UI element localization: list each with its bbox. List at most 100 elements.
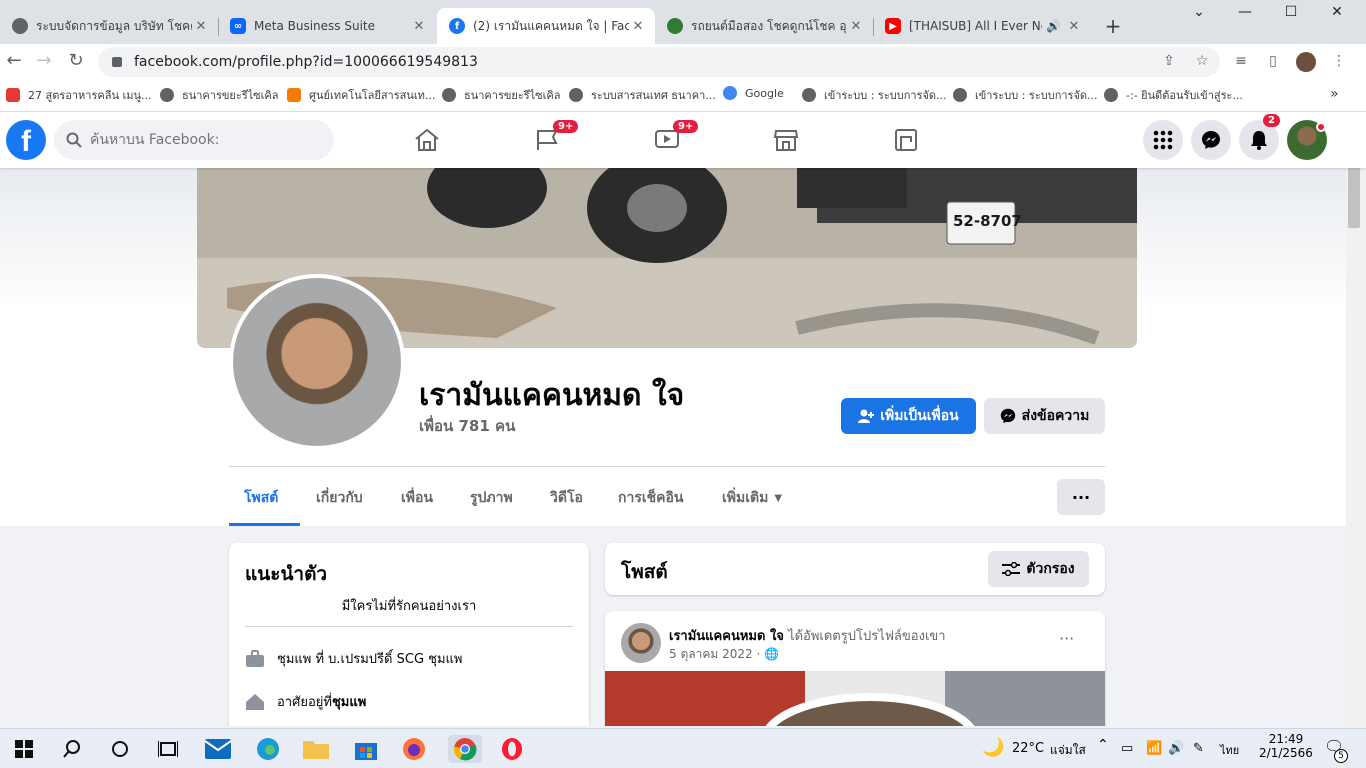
tab-search-icon[interactable]: ⌄ [1176,4,1222,28]
weather-temp[interactable]: 22°C [1012,741,1044,756]
post-more-button[interactable]: ··· [1059,629,1074,648]
bookmark-item[interactable]: เข้าระบบ : ระบบการจัด... [953,86,1098,104]
close-icon[interactable]: ✕ [847,19,865,34]
menu-kebab-icon[interactable]: ⋮ [1330,53,1348,71]
reload-button[interactable]: ↻ [64,50,88,71]
bookmark-item[interactable]: ศูนย์เทคโนโลยีสารสนเท... [287,86,435,104]
bookmark-item[interactable]: -:- ยินดีต้อนรับเข้าสู่ระ... [1104,86,1243,104]
pen-icon[interactable]: ✎ [1193,741,1204,756]
tab-photos[interactable]: รูปภาพ [470,478,513,518]
bookmark-item[interactable]: เข้าระบบ : ระบบการจัด... [802,86,947,104]
profile-picture[interactable] [229,274,405,450]
close-icon[interactable]: ✕ [629,19,647,34]
nav-pages[interactable]: 9+ [527,120,579,156]
cortana-button[interactable] [106,735,134,763]
close-icon[interactable]: ✕ [1065,19,1083,34]
nav-home[interactable] [407,124,447,156]
site-icon [287,88,301,102]
notification-count: 5 [1334,749,1348,763]
bookmark-item[interactable]: ธนาคารขยะรีไซเคิล [442,86,561,104]
status-dot [1316,122,1326,132]
back-button[interactable]: ← [2,50,26,71]
address-bar[interactable]: facebook.com/profile.php?id=100066619549… [98,47,1220,77]
notifications-button[interactable]: 2 [1239,114,1280,160]
messenger-button[interactable] [1191,120,1231,160]
tab-friends[interactable]: เพื่อน [401,478,433,518]
browser-tab-5[interactable]: ▶ [THAISUB] All I Ever Need 🔊 ✕ [873,8,1091,44]
bookmark-item[interactable]: Google [723,86,784,100]
add-user-icon [858,409,875,423]
bookmark-item[interactable]: ธนาคารขยะรีไซเคิล [160,86,279,104]
edge-icon [257,738,279,760]
minimize-button[interactable]: — [1222,4,1268,28]
nav-marketplace[interactable] [766,124,806,156]
firefox-app[interactable] [400,735,428,763]
tab-checkins[interactable]: การเช็คอิน [618,478,684,518]
chrome-app[interactable] [448,735,482,763]
share-icon[interactable]: ⇪ [1160,53,1178,71]
post-author-link[interactable]: เรามันแคคนหมด ใจ [669,629,784,644]
account-avatar[interactable] [1287,120,1327,160]
tab-videos[interactable]: วิดีโอ [550,478,583,518]
page-scrollbar[interactable] [1346,168,1366,726]
post-author-avatar[interactable] [621,623,661,663]
close-icon[interactable]: ✕ [410,19,428,34]
media-control-icon[interactable]: ≡ [1232,53,1250,71]
message-button[interactable]: ส่งข้อความ [984,398,1105,434]
wifi-icon[interactable]: 📶 [1146,741,1162,756]
weather-condition[interactable]: แจ่มใส [1050,741,1086,760]
speaker-icon[interactable]: 🔊 [1046,19,1061,33]
profile-avatar[interactable] [1296,52,1316,72]
post-image[interactable] [605,671,1105,726]
forward-button[interactable]: → [32,50,56,71]
post-date[interactable]: 5 ตุลาคม 2022 · 🌐 [669,645,779,664]
maximize-button[interactable]: ☐ [1268,4,1314,28]
caret-down-icon: ▼ [774,492,783,504]
task-view-button[interactable] [154,735,182,763]
menu-button[interactable] [1143,120,1183,160]
mail-app[interactable] [204,735,232,763]
facebook-header: f 9+ 9+ 2 [0,112,1366,168]
browser-tab-3[interactable]: f (2) เรามันแคคนหมด ใจ | Facebo ✕ [437,8,655,44]
input-language[interactable]: ไทย [1220,741,1239,759]
device-icon[interactable]: ▭ [1121,741,1133,756]
tab-posts[interactable]: โพสต์ [244,478,278,518]
bookmark-star-icon[interactable]: ☆ [1193,53,1211,71]
friend-count[interactable]: เพื่อน 781 คน [419,414,515,438]
close-window-button[interactable]: ✕ [1314,4,1360,28]
tab-title: รถยนต์มือสอง โชคดูกน์โชค อุดรธา [691,18,847,33]
search-button[interactable] [58,735,86,763]
add-friend-button[interactable]: เพิ่มเป็นเพื่อน [841,398,976,434]
nav-watch[interactable]: 9+ [647,120,699,156]
side-panel-icon[interactable]: ▯ [1264,53,1282,71]
browser-tab-4[interactable]: รถยนต์มือสอง โชคดูกน์โชค อุดรธา ✕ [655,8,873,44]
tab-about[interactable]: เกี่ยวกับ [316,478,363,518]
globe-icon [1104,88,1118,102]
browser-tab-2[interactable]: ∞ Meta Business Suite ✕ [218,8,436,44]
volume-icon[interactable]: 🔊 [1168,741,1184,756]
profile-more-button[interactable]: ··· [1057,479,1105,515]
task-view-icon [158,741,178,757]
facebook-search[interactable] [54,120,334,160]
search-input[interactable] [90,132,310,148]
clock[interactable]: 21:49 2/1/2566 [1258,732,1314,760]
nav-gaming[interactable] [886,124,926,156]
tab-more[interactable]: เพิ่มเติม ▼ [722,478,782,518]
close-icon[interactable]: ✕ [192,19,210,34]
file-explorer-app[interactable] [302,735,330,763]
store-app[interactable] [352,735,380,763]
lives-place-link[interactable]: ชุมแพ [332,691,366,712]
bookmarks-overflow-icon[interactable]: » [1330,86,1339,102]
bookmark-item[interactable]: 27 สูตรอาหารคลีน เมนู... [6,86,152,104]
browser-tab-1[interactable]: ระบบจัดการข้อมูล บริษัท โชคดูกนิ ✕ [0,8,218,44]
mail-icon [205,739,231,759]
edge-app[interactable] [254,735,282,763]
weather-icon[interactable]: 🌙 [982,737,1004,758]
bookmark-item[interactable]: ระบบสารสนเทศ ธนาคา... [569,86,716,104]
facebook-logo[interactable]: f [6,120,46,160]
opera-app[interactable] [498,735,526,763]
new-tab-button[interactable]: + [1100,14,1126,38]
chevron-up-icon[interactable]: ⌃ [1097,737,1109,753]
filter-button[interactable]: ตัวกรอง [988,551,1089,587]
start-button[interactable] [10,735,38,763]
